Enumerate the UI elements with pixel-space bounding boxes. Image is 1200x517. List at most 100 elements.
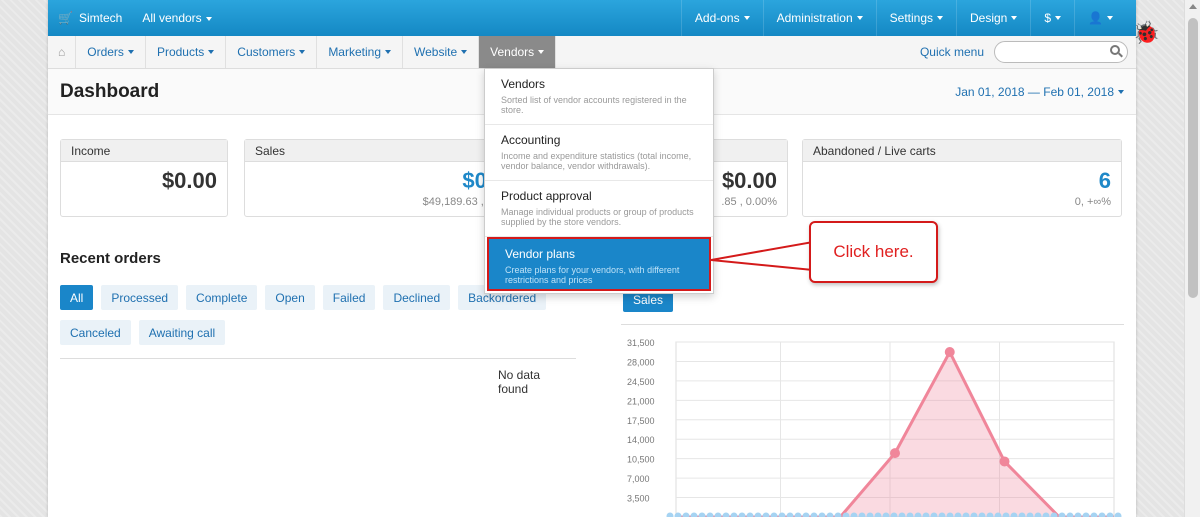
chevron-down-icon — [385, 50, 391, 54]
chevron-down-icon — [1011, 16, 1018, 20]
search-icon — [1110, 45, 1120, 55]
brand-label: Simtech — [78, 11, 123, 25]
filter-canceled[interactable]: Canceled — [60, 320, 131, 345]
orders-divider — [60, 358, 576, 359]
nav-website-label: Website — [414, 45, 458, 59]
brand[interactable]: 🛒 Simtech — [58, 11, 122, 25]
chart-y-tick-label: 7,000 — [627, 474, 650, 484]
sales-chart: 31,500 28,000 24,500 21,000 17,500 14,000 10,5… — [627, 338, 1122, 517]
filter-open[interactable]: Open — [265, 285, 315, 310]
app-window: 🛒 Simtech All vendors Add-ons Administra… — [48, 0, 1136, 517]
dropdown-item-title: Vendor plans — [505, 247, 576, 261]
scroll-up-icon[interactable] — [1189, 4, 1197, 9]
chevron-down-icon — [937, 16, 943, 20]
chart-baseline-point — [1114, 512, 1122, 517]
menu-currency-label: $ — [1044, 11, 1052, 25]
chart-y-tick-label: 3,500 — [627, 494, 650, 504]
cart-icon: 🛒 — [58, 11, 73, 25]
vendor-switcher-label: All vendors — [142, 11, 202, 25]
nav-orders[interactable]: Orders — [76, 36, 146, 68]
quick-menu-link[interactable]: Quick menu — [920, 45, 984, 59]
filter-declined[interactable]: Declined — [383, 285, 451, 310]
sales-card-value[interactable]: $0. — [245, 162, 503, 194]
menu-administration-label: Administration — [776, 11, 853, 25]
date-range-picker[interactable]: Jan 01, 2018 — Feb 01, 2018 — [955, 85, 1124, 99]
menu-addons-label: Add-ons — [694, 11, 740, 25]
dropdown-item-accounting[interactable]: Accounting Income and expenditure statis… — [485, 125, 713, 181]
menu-design-label: Design — [970, 11, 1008, 25]
filter-processed[interactable]: Processed — [101, 285, 179, 310]
main-nav: ⌂ Orders Products Customers Marketing We… — [48, 36, 1136, 69]
bug-icon[interactable]: 🐞 — [1133, 20, 1160, 46]
sales-card-title: Sales — [245, 140, 503, 162]
page-title: Dashboard — [60, 80, 160, 102]
sales-card-sub: $49,189.63 , 0 — [422, 196, 493, 208]
chevron-down-icon — [856, 16, 863, 20]
menu-user[interactable]: 👤 — [1074, 0, 1126, 36]
callout-pointer — [711, 240, 813, 272]
nav-customers-label: Customers — [237, 45, 296, 59]
carts-card: Abandoned / Live carts 6 0, +∞% — [802, 139, 1122, 217]
order-filters: All Processed Complete Open Failed Decli… — [60, 285, 580, 355]
top-bar: 🛒 Simtech All vendors Add-ons Administra… — [48, 0, 1136, 36]
chevron-down-icon — [127, 50, 134, 54]
dropdown-item-title: Accounting — [501, 133, 561, 147]
dropdown-item-vendor-plans[interactable]: Vendor plans Create plans for your vendo… — [487, 237, 711, 291]
carts-card-value[interactable]: 6 — [803, 162, 1121, 194]
nav-marketing-label: Marketing — [328, 45, 381, 59]
chart-divider — [621, 324, 1124, 325]
scroll-thumb[interactable] — [1188, 18, 1198, 298]
nav-products[interactable]: Products — [146, 36, 227, 68]
dropdown-item-title: Vendors — [501, 77, 546, 91]
user-icon: 👤 — [1088, 11, 1103, 25]
chevron-down-icon — [461, 50, 468, 54]
chart-y-tick-label: 17,500 — [627, 416, 655, 426]
nav-vendors[interactable]: Vendors — [479, 36, 557, 68]
menu-addons[interactable]: Add-ons — [680, 0, 763, 36]
chevron-down-icon — [538, 50, 545, 54]
dropdown-item-vendors[interactable]: Vendors Sorted list of vendor accounts r… — [485, 69, 713, 125]
nav-marketing[interactable]: Marketing — [317, 36, 403, 68]
chart-y-tick-label: 10,500 — [627, 455, 655, 465]
menu-currency[interactable]: $ — [1030, 0, 1074, 36]
income-card: Income $0.00 — [60, 139, 228, 217]
no-data-message: No data found — [498, 368, 541, 396]
filter-complete[interactable]: Complete — [186, 285, 258, 310]
menu-settings[interactable]: Settings — [875, 0, 956, 36]
dropdown-item-product-approval[interactable]: Product approval Manage individual produ… — [485, 181, 713, 237]
dropdown-item-desc: Sorted list of vendor accounts registere… — [501, 95, 687, 116]
dropdown-item-desc: Manage individual products or group of p… — [501, 207, 694, 228]
sales-card: Sales $0. $49,189.63 , 0 — [244, 139, 504, 217]
chart-data-point — [944, 347, 955, 357]
menu-administration[interactable]: Administration — [762, 0, 876, 36]
income-card-title: Income — [61, 140, 227, 162]
chart-data-point — [999, 456, 1010, 467]
chevron-down-icon — [205, 16, 212, 21]
dropdown-item-desc: Create plans for your vendors, with diff… — [505, 265, 680, 286]
chevron-down-icon — [1118, 90, 1124, 95]
callout-box: Click here. — [809, 221, 938, 283]
carts-card-title: Abandoned / Live carts — [803, 140, 1121, 162]
chevron-down-icon — [299, 50, 306, 54]
menu-design[interactable]: Design — [956, 0, 1030, 36]
chart-y-tick-label: 24,500 — [627, 377, 655, 387]
chart-y-tick-label: 21,000 — [627, 396, 655, 406]
filter-failed[interactable]: Failed — [322, 285, 376, 310]
nav-customers[interactable]: Customers — [226, 36, 318, 68]
chevron-down-icon — [208, 50, 215, 54]
nav-website[interactable]: Website — [403, 36, 480, 68]
vendor-switcher[interactable]: All vendors — [142, 11, 212, 25]
chevron-down-icon — [743, 16, 750, 20]
nav-vendors-label: Vendors — [490, 45, 535, 59]
page-scrollbar[interactable] — [1184, 0, 1200, 517]
recent-orders-title: Recent orders — [60, 250, 161, 267]
dropdown-item-desc: Income and expenditure statistics (total… — [501, 151, 692, 172]
filter-all[interactable]: All — [60, 285, 94, 310]
home-link[interactable]: ⌂ — [48, 36, 77, 68]
filter-awaiting-call[interactable]: Awaiting call — [138, 320, 226, 345]
carts-card-sub: 0, +∞% — [1074, 196, 1111, 208]
dropdown-item-title: Product approval — [501, 189, 592, 203]
search-input[interactable] — [994, 41, 1128, 63]
chevron-down-icon — [1055, 16, 1062, 20]
chevron-down-icon — [1107, 16, 1113, 20]
